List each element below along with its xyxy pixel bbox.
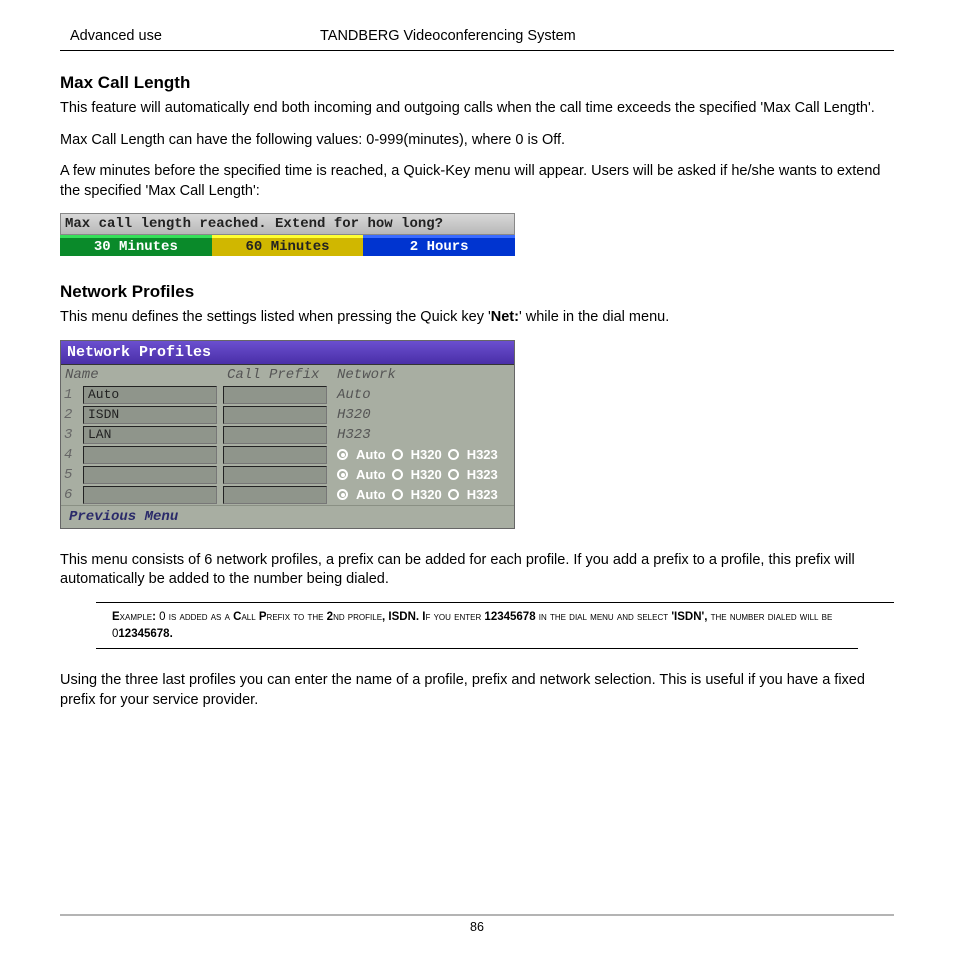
np-network-label: H323 bbox=[333, 425, 514, 445]
radio-label: Auto bbox=[356, 467, 386, 482]
np-after-text: This menu consists of 6 network profiles… bbox=[60, 551, 894, 590]
network-profiles-panel: Network Profiles NameCall PrefixNetwork 1… bbox=[60, 340, 515, 529]
np-col-name: Name bbox=[61, 365, 223, 385]
quickkey-title: Max call length reached. Extend for how … bbox=[60, 213, 515, 235]
example-rule-bottom bbox=[96, 648, 858, 649]
np-name-input[interactable] bbox=[83, 446, 217, 464]
np-name-input[interactable]: Auto bbox=[83, 386, 217, 404]
np-network-radios[interactable]: Auto H320 H323 bbox=[333, 445, 514, 465]
max-call-p1: This feature will automatically end both… bbox=[60, 99, 894, 119]
example-rule-top bbox=[96, 602, 894, 603]
radio-icon[interactable] bbox=[337, 469, 348, 480]
np-intro-pre: This menu defines the settings listed wh… bbox=[60, 309, 491, 325]
page-number: 86 bbox=[470, 920, 484, 934]
np-network-radios[interactable]: Auto H320 H323 bbox=[333, 465, 514, 485]
quickkey-panel: Max call length reached. Extend for how … bbox=[60, 213, 515, 256]
max-call-p2: Max Call Length can have the following v… bbox=[60, 131, 894, 151]
np-row-num: 4 bbox=[61, 445, 83, 465]
network-profiles-intro: This menu defines the settings listed wh… bbox=[60, 308, 894, 328]
previous-menu-button[interactable]: Previous Menu bbox=[61, 505, 514, 528]
quickkey-30min-button[interactable]: 30 Minutes bbox=[60, 235, 212, 256]
radio-label: H323 bbox=[467, 487, 498, 502]
header-rule bbox=[60, 50, 894, 51]
np-col-prefix: Call Prefix bbox=[223, 365, 333, 385]
np-prefix-input[interactable] bbox=[223, 486, 327, 504]
np-intro-post: ' while in the dial menu. bbox=[519, 309, 669, 325]
np-intro-key: Net: bbox=[491, 309, 519, 325]
example-text: Example: 0 is added as a Call Prefix to … bbox=[112, 609, 858, 642]
radio-icon[interactable] bbox=[337, 449, 348, 460]
radio-label: H323 bbox=[467, 447, 498, 462]
radio-label: Auto bbox=[356, 487, 386, 502]
radio-label: H320 bbox=[411, 487, 442, 502]
radio-icon[interactable] bbox=[448, 449, 459, 460]
np-panel-title: Network Profiles bbox=[61, 341, 514, 365]
radio-icon[interactable] bbox=[392, 489, 403, 500]
np-name-input[interactable]: ISDN bbox=[83, 406, 217, 424]
max-call-length-heading: Max Call Length bbox=[60, 73, 894, 93]
radio-icon[interactable] bbox=[337, 489, 348, 500]
radio-label: Auto bbox=[356, 447, 386, 462]
np-row-num: 1 bbox=[61, 385, 83, 405]
radio-icon[interactable] bbox=[392, 449, 403, 460]
max-call-p3: A few minutes before the specified time … bbox=[60, 162, 894, 201]
radio-label: H320 bbox=[411, 447, 442, 462]
network-profiles-heading: Network Profiles bbox=[60, 282, 894, 302]
page-header: Advanced use TANDBERG Videoconferencing … bbox=[60, 28, 894, 50]
radio-label: H320 bbox=[411, 467, 442, 482]
np-prefix-input[interactable] bbox=[223, 466, 327, 484]
np-prefix-input[interactable] bbox=[223, 446, 327, 464]
np-row-num: 6 bbox=[61, 485, 83, 505]
quickkey-2hours-button[interactable]: 2 Hours bbox=[363, 235, 515, 256]
np-network-label: Auto bbox=[333, 385, 514, 405]
np-prefix-input[interactable] bbox=[223, 426, 327, 444]
np-row-num: 5 bbox=[61, 465, 83, 485]
np-network-radios[interactable]: Auto H320 H323 bbox=[333, 485, 514, 505]
radio-label: H323 bbox=[467, 467, 498, 482]
quickkey-60min-button[interactable]: 60 Minutes bbox=[212, 235, 364, 256]
np-name-input[interactable]: LAN bbox=[83, 426, 217, 444]
np-row-num: 3 bbox=[61, 425, 83, 445]
radio-icon[interactable] bbox=[392, 469, 403, 480]
np-after2-text: Using the three last profiles you can en… bbox=[60, 671, 894, 710]
np-col-network: Network bbox=[333, 365, 514, 385]
np-network-label: H320 bbox=[333, 405, 514, 425]
page-footer: 86 bbox=[60, 914, 894, 934]
np-row-num: 2 bbox=[61, 405, 83, 425]
np-prefix-input[interactable] bbox=[223, 386, 327, 404]
np-name-input[interactable] bbox=[83, 486, 217, 504]
radio-icon[interactable] bbox=[448, 489, 459, 500]
np-name-input[interactable] bbox=[83, 466, 217, 484]
header-left: Advanced use bbox=[70, 28, 320, 44]
np-prefix-input[interactable] bbox=[223, 406, 327, 424]
header-center: TANDBERG Videoconferencing System bbox=[320, 28, 884, 44]
radio-icon[interactable] bbox=[448, 469, 459, 480]
